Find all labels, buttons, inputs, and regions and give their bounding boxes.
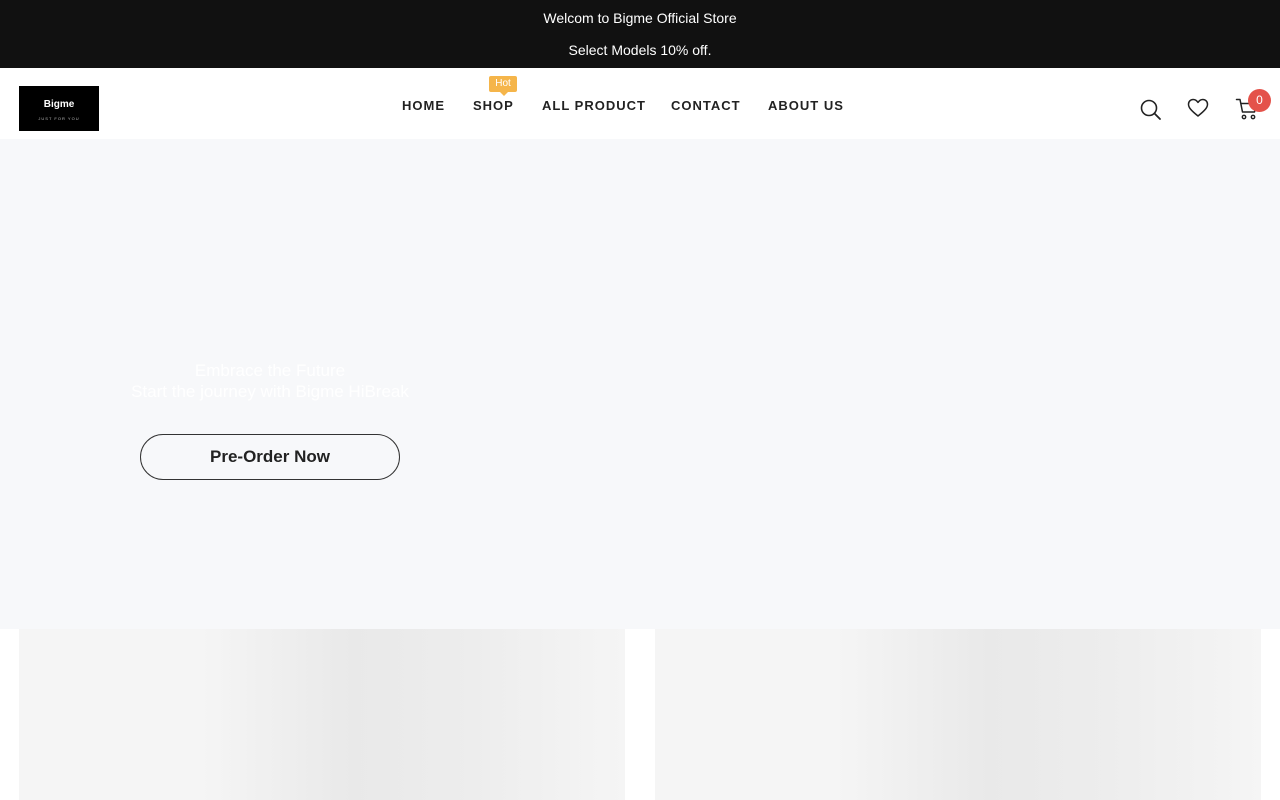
search-icon[interactable] (1140, 99, 1162, 121)
hero-banner: Embrace the Future Start the journey wit… (0, 139, 1280, 629)
hero-headline: Embrace the Future (194, 361, 346, 380)
nav-about-us[interactable]: ABOUT US (768, 98, 844, 113)
announcement-promo[interactable]: Select Models 10% off. (0, 42, 1280, 58)
site-header: Bigme JUST FOR YOU HOME SHOP ALL PRODUCT… (0, 68, 1280, 139)
hot-badge: Hot (489, 76, 517, 96)
nav-contact[interactable]: CONTACT (671, 98, 741, 113)
logo-tagline: JUST FOR YOU (38, 116, 80, 121)
product-card-left[interactable] (19, 629, 625, 800)
product-card-right[interactable] (655, 629, 1261, 800)
announcement-bar: Welcom to Bigme Official Store Select Mo… (0, 0, 1280, 68)
nav-all-product[interactable]: ALL PRODUCT (542, 98, 646, 113)
nav-shop[interactable]: SHOP (473, 98, 514, 113)
cart-count-badge: 0 (1248, 89, 1271, 112)
pre-order-button[interactable]: Pre-Order Now (140, 434, 400, 480)
hero-subheadline: Start the journey with Bigme HiBreak (131, 382, 409, 401)
main-nav: HOME SHOP ALL PRODUCT CONTACT ABOUT US (0, 98, 1280, 114)
nav-home[interactable]: HOME (402, 98, 445, 113)
heart-icon[interactable] (1187, 98, 1209, 118)
announcement-welcome: Welcom to Bigme Official Store (543, 10, 737, 26)
